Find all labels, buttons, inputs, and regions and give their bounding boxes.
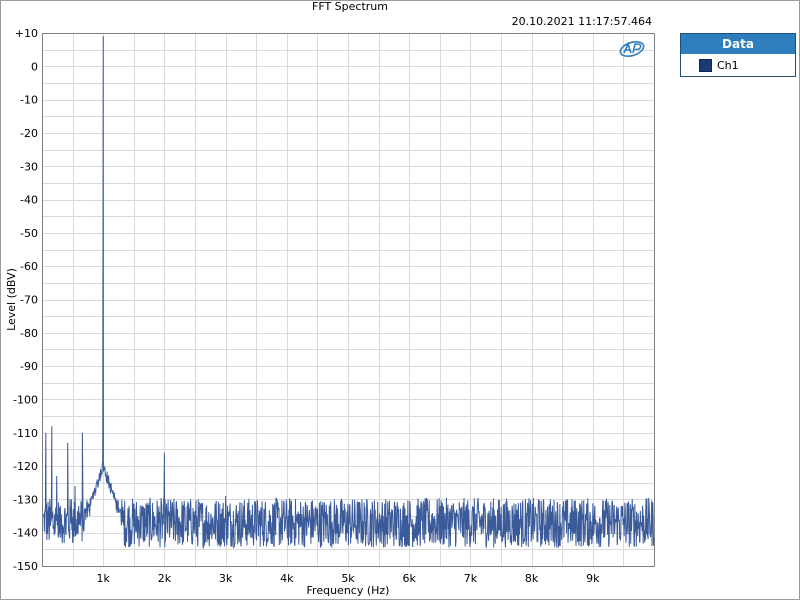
y-tick-label: -120 (13, 460, 38, 473)
y-tick-label: -30 (20, 160, 38, 173)
x-tick-label: 9k (586, 572, 600, 585)
y-tick-label: 0 (31, 60, 38, 73)
y-tick-label: -80 (20, 327, 38, 340)
y-tick-label: -60 (20, 260, 38, 273)
y-tick-label: -40 (20, 194, 38, 207)
x-tick-label: 7k (464, 572, 478, 585)
y-tick-label: +10 (15, 27, 38, 40)
legend[interactable]: Data Ch1 (680, 33, 796, 77)
y-axis-label: Level (dBV) (5, 268, 18, 331)
ap-logo-icon (619, 40, 645, 58)
legend-title: Data (681, 34, 795, 54)
chart-plot: +10 0 -10 -20 -30 -40 -50 -60 -70 -80 -90 -100 -110 -… (5, 27, 655, 597)
legend-item-ch1[interactable]: Ch1 (681, 54, 795, 76)
legend-swatch-ch1 (699, 58, 712, 72)
y-tick-label: -50 (20, 227, 38, 240)
x-tick-label: 3k (219, 572, 233, 585)
y-tick-label: -100 (13, 393, 38, 406)
legend-label-ch1: Ch1 (717, 58, 739, 72)
x-tick-label: 6k (403, 572, 417, 585)
x-tick-label: 8k (525, 572, 539, 585)
x-tick-label: 2k (158, 572, 172, 585)
y-tick-label: -130 (13, 493, 38, 506)
grid (42, 33, 654, 566)
y-tick-label: -140 (13, 527, 38, 540)
y-tick-label: -110 (13, 427, 38, 440)
y-tick-label: -90 (20, 360, 38, 373)
y-tick-label: -70 (20, 294, 38, 307)
x-tick-label: 1k (97, 572, 111, 585)
y-tick-label: -20 (20, 127, 38, 140)
y-tick-label: -10 (20, 94, 38, 107)
y-tick-label: -150 (13, 560, 38, 573)
x-axis-label: Frequency (Hz) (307, 584, 390, 597)
x-tick-label: 4k (280, 572, 294, 585)
